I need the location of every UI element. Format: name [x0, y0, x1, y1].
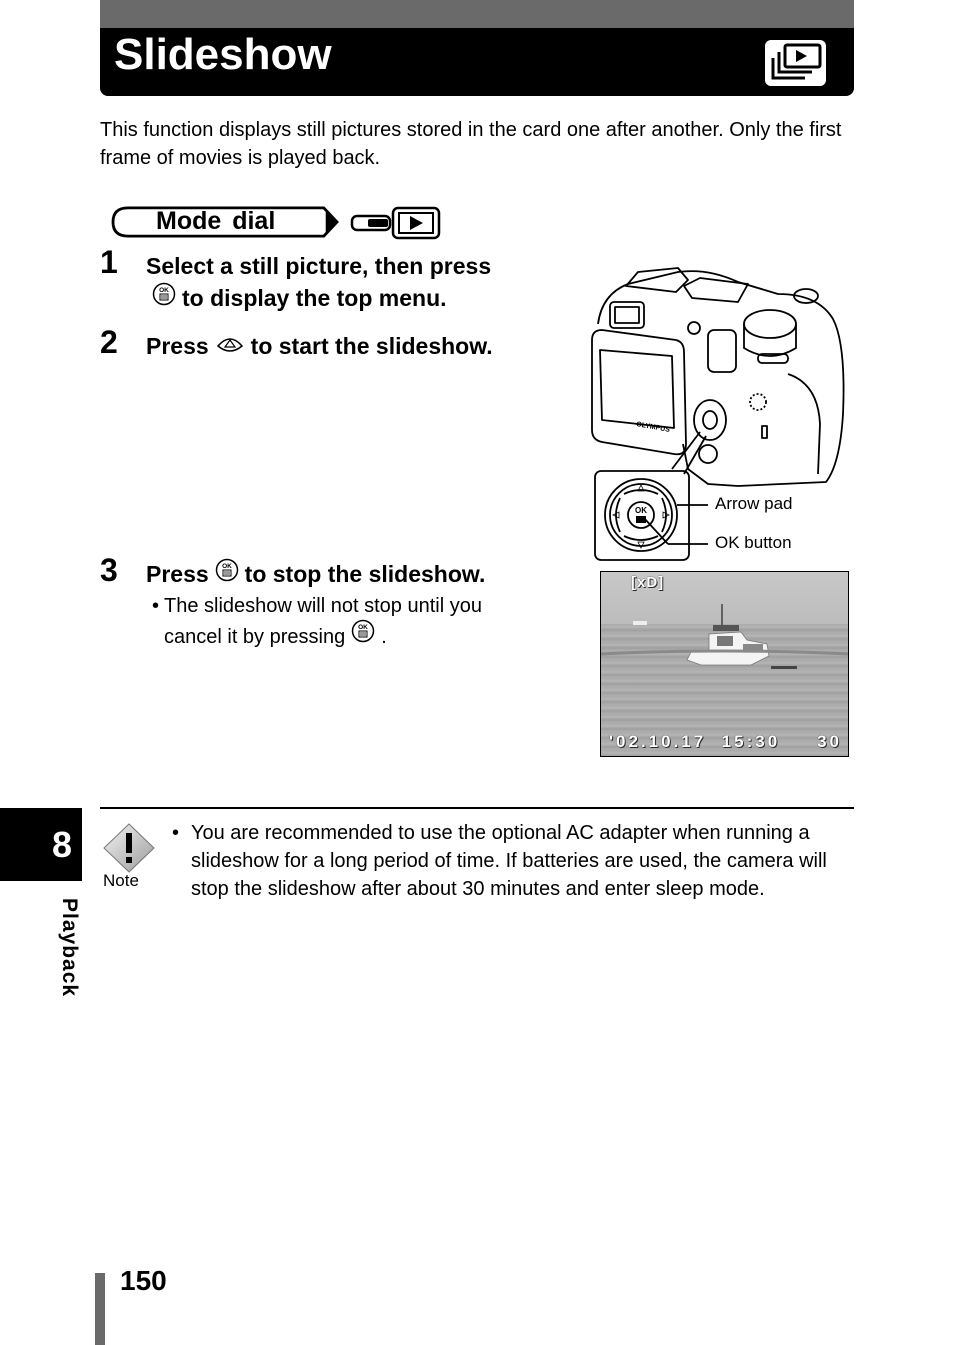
- slideshow-icon: [765, 40, 826, 86]
- section-divider: [100, 807, 854, 809]
- header-title-bar: Slideshow: [100, 28, 854, 96]
- step-3-post: to stop the slideshow.: [244, 561, 486, 587]
- step-3-pre: Press: [146, 561, 209, 587]
- step-1-line1: Select a still picture, then press: [146, 253, 492, 279]
- arrow-up-button-icon: [215, 330, 245, 362]
- callout-ok-button: OK button: [715, 533, 792, 552]
- boat-photo: [601, 604, 848, 669]
- ok-button-icon: OK: [152, 282, 176, 314]
- svg-text:OK: OK: [222, 563, 232, 570]
- callout-arrow-pad: Arrow pad: [715, 494, 793, 513]
- step-3-note-line1: The slideshow will not stop until you: [164, 595, 482, 617]
- step-instruction: Press OK to stop the slideshow.: [146, 558, 485, 592]
- page-margin-bar: [95, 1273, 105, 1345]
- step-number: 2: [100, 324, 118, 360]
- bullet: •: [152, 595, 160, 617]
- step-2-post: to start the slideshow.: [250, 333, 493, 359]
- chapter-number: 8: [51, 824, 72, 865]
- chapter-tab: 8: [0, 808, 82, 881]
- page-title: Slideshow: [114, 30, 332, 79]
- mode-dial-label: Mode dial: [156, 207, 276, 235]
- camera-illustration: OLYMPUS OK: [588, 264, 850, 564]
- step-1-line2: to display the top menu.: [182, 285, 447, 311]
- page-number: 150: [120, 1265, 167, 1296]
- playback-icon: [391, 206, 441, 240]
- page-header: Slideshow: [100, 0, 854, 96]
- note-label: Note: [103, 871, 139, 890]
- camera-brand: OLYMPUS: [636, 421, 671, 434]
- header-top-bar: [100, 0, 854, 28]
- ok-button-icon: OK: [215, 558, 239, 590]
- lcd-playback-preview: [xD] '02.10.17 15:30 30: [600, 571, 849, 757]
- step-number: 3: [100, 552, 118, 588]
- note-body: You are recommended to use the optional …: [191, 822, 827, 900]
- step-instruction: Select a still picture, then press OK to…: [146, 250, 491, 316]
- bullet: •: [172, 822, 180, 844]
- mode-dial-position-icon: [350, 214, 392, 232]
- mode-dial-indicator: Mode dial: [104, 206, 449, 240]
- step-3-note: • The slideshow will not stop until you …: [152, 592, 552, 654]
- intro-paragraph: This function displays still pictures st…: [100, 119, 842, 169]
- chapter-label: Playback: [58, 898, 81, 998]
- frame-number: 30: [817, 732, 842, 751]
- ok-button-icon: OK: [351, 619, 375, 652]
- step-3-note-line2-text: cancel it by pressing: [164, 625, 346, 648]
- svg-text:OK: OK: [635, 506, 647, 515]
- date-time-readout: '02.10.17 15:30: [609, 732, 781, 751]
- note-text: • You are recommended to use the optiona…: [172, 819, 862, 903]
- svg-text:OK: OK: [159, 287, 169, 294]
- warning-icon: [102, 822, 156, 874]
- step-3-note-line2: cancel it by pressing OK.: [164, 619, 552, 654]
- period: .: [381, 625, 387, 648]
- card-indicator: [xD]: [631, 574, 665, 591]
- svg-text:OK: OK: [358, 624, 368, 631]
- step-number: 1: [100, 244, 118, 280]
- step-instruction: Press to start the slideshow.: [146, 330, 493, 364]
- step-2-pre: Press: [146, 333, 209, 359]
